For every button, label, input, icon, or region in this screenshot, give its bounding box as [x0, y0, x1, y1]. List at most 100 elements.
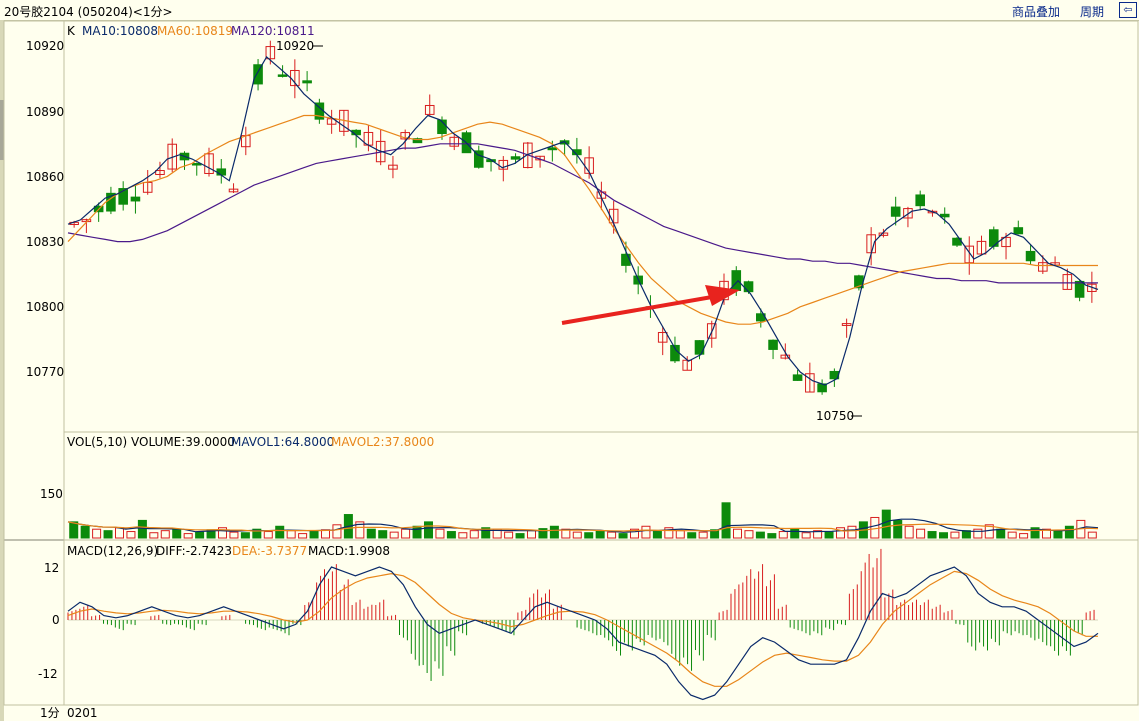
volume-bar [572, 531, 582, 539]
volume-bar [263, 531, 273, 539]
volume-bar [973, 528, 983, 539]
volume-bar [927, 531, 937, 539]
volume-bar [549, 525, 559, 539]
volume-bar [526, 530, 537, 539]
volume-bar [160, 530, 170, 539]
volume-bar [1007, 531, 1017, 539]
price-tick: 10890 [26, 105, 64, 119]
macd-legend-name: MACD(12,26,9) [67, 544, 158, 558]
volume-bar [847, 525, 857, 539]
candle [1013, 220, 1024, 235]
candle [817, 379, 827, 395]
volume-bar [366, 528, 376, 539]
vol-legend-volume: VOLUME:39.0000 [131, 435, 235, 449]
volume-bar [92, 528, 102, 539]
volume-bar [904, 525, 914, 539]
vol-tick: 150 [40, 487, 63, 501]
volume-bar [389, 531, 399, 539]
vol-legend-mavol2: MAVOL2:37.8000 [331, 435, 434, 449]
volume-bar [412, 525, 422, 539]
volume-bar [652, 531, 662, 539]
candle [473, 145, 484, 169]
volume-bar [744, 530, 754, 539]
price-tick: 10770 [26, 365, 64, 379]
volume-bar [435, 528, 445, 539]
candle [375, 129, 386, 166]
volume-bar [1053, 530, 1063, 539]
volume-bar [240, 532, 250, 539]
diff-line [67, 566, 1099, 701]
candle [792, 369, 803, 381]
candle [890, 196, 901, 226]
candle [682, 356, 693, 371]
volume-bar [229, 531, 239, 539]
volume-bar [80, 525, 90, 539]
candle [339, 109, 349, 137]
volume-bar [275, 525, 285, 539]
volume-bar [137, 519, 147, 539]
candle [400, 129, 410, 150]
volume-bar [641, 525, 651, 539]
macd-tick: 0 [52, 613, 60, 627]
volume-bar [515, 533, 525, 539]
dea-line [67, 570, 1098, 687]
macd-lines [67, 566, 1099, 701]
volume-bar [755, 531, 765, 539]
volume-bar [378, 530, 388, 539]
volume-bar [618, 533, 628, 539]
candle [841, 318, 852, 338]
chart-canvas: K MA10:10808 MA60:10819 MA120:10811 1092… [3, 20, 1139, 720]
candle [216, 159, 227, 184]
macd-histogram [67, 548, 1098, 681]
date-footer: 0201 [67, 706, 98, 720]
volume-bar [332, 524, 342, 539]
volume-bar [893, 519, 903, 539]
volume-bar [675, 530, 685, 539]
price-panel-frame [63, 20, 1139, 433]
candle [314, 98, 325, 124]
macd-tick: -12 [38, 667, 58, 681]
volume-bar [996, 528, 1006, 539]
volume-bar [195, 531, 205, 539]
volume-bar [950, 531, 960, 539]
volume-bar [458, 532, 468, 539]
volume-bar [916, 528, 926, 539]
candle [915, 190, 925, 211]
candle [657, 326, 668, 356]
volume-bar [446, 531, 456, 539]
candle [191, 162, 202, 176]
price-axis: 10920 10890 10860 10830 10800 10770 [26, 39, 64, 379]
candle [866, 227, 876, 266]
volume-bar [286, 530, 296, 539]
volume-bar [870, 516, 880, 539]
volume-bar [584, 532, 594, 539]
volume-bar [881, 509, 891, 539]
candle [903, 206, 913, 228]
candle [241, 126, 251, 156]
volume-bars [67, 502, 1099, 539]
candle [412, 137, 423, 144]
candle [326, 109, 337, 134]
candle [584, 146, 594, 179]
volume-bar [114, 527, 125, 539]
volume-bar [69, 521, 79, 539]
macd-legend-diff: DIFF:-2.7423 [156, 544, 232, 558]
candle [424, 94, 435, 117]
volume-bar [732, 528, 743, 539]
k-legend: K [67, 24, 76, 38]
low-mark: 10750 [816, 409, 854, 423]
price-tick: 10860 [26, 170, 64, 184]
moving-average-lines [67, 55, 1099, 386]
ma60-legend: MA60:10819 [157, 24, 233, 38]
volume-bar [401, 528, 411, 539]
volume-bar [938, 532, 949, 539]
ma120-line [67, 143, 1098, 284]
period-footer: 1分 [40, 706, 60, 720]
volume-bar [824, 531, 834, 539]
candle [388, 155, 398, 179]
macd-legend-macd: MACD:1.9908 [308, 544, 390, 558]
vol-legend-name: VOL(5,10) [67, 435, 127, 449]
volume-bar [721, 502, 731, 539]
candle [498, 156, 509, 182]
vol-legend-mavol1: MAVOL1:64.8000 [231, 435, 334, 449]
